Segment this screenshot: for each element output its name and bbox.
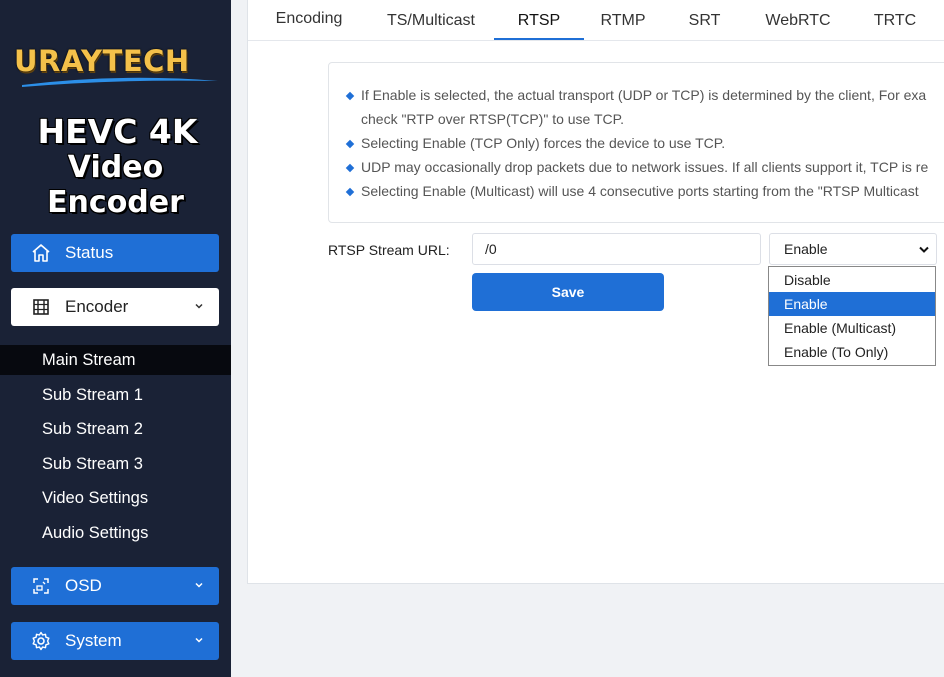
- bullet-icon: [345, 187, 355, 197]
- chevron-down-icon: [919, 246, 929, 253]
- chevron-down-icon: [195, 303, 203, 309]
- info-line-5: Selecting Enable (Multicast) will use 4 …: [361, 183, 919, 199]
- tab-ts-multicast[interactable]: TS/Multicast: [376, 0, 486, 41]
- sidebar-item-audio-settings[interactable]: Audio Settings: [0, 518, 231, 548]
- sidebar-item-sub-stream-3[interactable]: Sub Stream 3: [0, 449, 231, 479]
- logo-swoosh: [22, 77, 218, 87]
- sidebar-item-sub-stream-1[interactable]: Sub Stream 1: [0, 380, 231, 410]
- main-panel: Encoding TS/Multicast RTSP RTMP SRT WebR…: [247, 0, 944, 584]
- option-enable[interactable]: Enable: [769, 292, 935, 316]
- sidebar-osd-label: OSD: [65, 576, 102, 595]
- bullet-icon: [345, 91, 355, 101]
- sidebar-item-osd[interactable]: OSD: [11, 567, 219, 605]
- product-title-line2: Video Encoder: [47, 150, 184, 220]
- logo-text: URAYTECH: [14, 44, 190, 78]
- info-line-3: Selecting Enable (TCP Only) forces the d…: [361, 135, 726, 151]
- gear-icon: [31, 631, 51, 651]
- tab-bar: Encoding TS/Multicast RTSP RTMP SRT WebR…: [248, 0, 944, 41]
- info-line-2: check "RTP over RTSP(TCP)" to use TCP.: [361, 111, 625, 127]
- sidebar-item-main-stream[interactable]: Main Stream: [0, 345, 231, 375]
- tab-rtsp[interactable]: RTSP: [494, 0, 584, 41]
- option-enable-multicast[interactable]: Enable (Multicast): [769, 316, 935, 340]
- sidebar-item-encoder[interactable]: Encoder: [11, 288, 219, 326]
- bullet-icon: [345, 163, 355, 173]
- sidebar-status-label: Status: [65, 243, 114, 262]
- sidebar-encoder-label: Encoder: [65, 297, 129, 316]
- info-line-4: UDP may occasionally drop packets due to…: [361, 159, 929, 175]
- select-value: Enable: [784, 241, 828, 257]
- sidebar-item-video-settings[interactable]: Video Settings: [0, 483, 231, 513]
- tab-srt[interactable]: SRT: [672, 0, 737, 41]
- chevron-down-icon: [195, 582, 203, 588]
- tab-trtc[interactable]: TRTC: [860, 0, 930, 41]
- film-icon: [31, 297, 51, 317]
- uraytech-logo: URAYTECH: [14, 44, 222, 90]
- option-enable-tcp-only[interactable]: Enable (To Only): [769, 340, 935, 364]
- tab-rtmp[interactable]: RTMP: [588, 0, 658, 41]
- product-title-line1: HEVC 4K: [37, 112, 198, 151]
- rtsp-url-label: RTSP Stream URL:: [328, 242, 450, 258]
- tab-encoding[interactable]: Encoding: [258, 0, 360, 39]
- active-tab-indicator: [494, 38, 584, 40]
- tab-webrtc[interactable]: WebRTC: [753, 0, 843, 41]
- info-box: If Enable is selected, the actual transp…: [328, 62, 944, 223]
- chevron-down-icon: [195, 637, 203, 643]
- option-disable[interactable]: Disable: [769, 268, 935, 292]
- home-icon: [31, 243, 51, 263]
- sidebar-system-label: System: [65, 631, 122, 650]
- bullet-icon: [345, 139, 355, 149]
- info-line-1: If Enable is selected, the actual transp…: [361, 87, 927, 103]
- rtsp-url-input[interactable]: /0: [472, 233, 761, 265]
- sidebar: URAYTECH HEVC 4K Video Encoder Status En…: [0, 0, 231, 677]
- save-button[interactable]: Save: [472, 273, 664, 311]
- sidebar-item-status[interactable]: Status: [11, 234, 219, 272]
- rtsp-enable-select[interactable]: Enable: [769, 233, 937, 265]
- rtsp-options-dropdown: Disable Enable Enable (Multicast) Enable…: [768, 266, 936, 366]
- sidebar-item-sub-stream-2[interactable]: Sub Stream 2: [0, 414, 231, 444]
- osd-icon: [31, 576, 51, 596]
- sidebar-item-system[interactable]: System: [11, 622, 219, 660]
